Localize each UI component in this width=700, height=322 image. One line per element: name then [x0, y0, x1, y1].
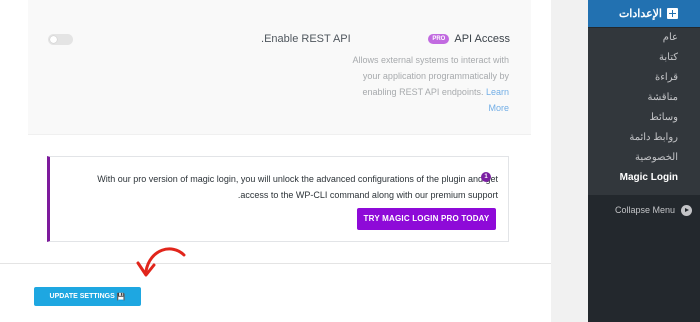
api-access-card: API Access PRO Allows external systems t…	[28, 0, 531, 135]
pointer-arrow-icon	[136, 247, 186, 277]
admin-sidebar: الإعدادات عام كتابة قراءة مناقشة وسائط ر…	[583, 0, 700, 322]
settings-submenu: عام كتابة قراءة مناقشة وسائط روابط دائمة…	[588, 28, 700, 195]
settings-content: API Access PRO Allows external systems t…	[0, 0, 551, 322]
pro-upsell-text: With our pro version of magic login, you…	[97, 174, 498, 200]
footer-divider	[0, 263, 551, 264]
submenu-item-discussion[interactable]: مناقشة	[588, 88, 700, 108]
submenu-item-privacy[interactable]: الخصوصية	[588, 148, 700, 168]
submenu-item-magic-login[interactable]: Magic Login	[588, 168, 700, 188]
enable-rest-api-label: Enable REST API.	[261, 33, 351, 45]
submenu-item-reading[interactable]: قراءة	[588, 68, 700, 88]
try-pro-button[interactable]: TRY MAGIC LOGIN PRO TODAY	[357, 208, 496, 230]
notification-badge: 1	[481, 172, 491, 182]
current-menu-arrow	[583, 9, 588, 19]
pro-upsell-notice: With our pro version of magic login, you…	[47, 156, 509, 242]
submenu-item-permalinks[interactable]: روابط دائمة	[588, 128, 700, 148]
submenu-item-general[interactable]: عام	[588, 28, 700, 48]
learn-more-link[interactable]: Learn More	[486, 87, 509, 113]
save-disk-icon: 💾	[116, 293, 126, 301]
submenu-item-writing[interactable]: كتابة	[588, 48, 700, 68]
submenu-item-media[interactable]: وسائط	[588, 108, 700, 128]
collapse-menu-label: Collapse Menu	[614, 205, 675, 215]
settings-label: الإعدادات	[618, 8, 662, 20]
api-access-description: Allows external systems to interact with…	[349, 52, 509, 116]
collapse-arrow-icon	[681, 204, 692, 216]
content-gutter	[551, 0, 588, 322]
api-access-title-text: API Access	[454, 33, 510, 45]
update-settings-label: UPDATE SETTINGS	[49, 293, 115, 300]
sidebar-item-settings[interactable]: الإعدادات	[583, 0, 700, 27]
enable-rest-api-toggle[interactable]	[48, 34, 73, 45]
toggle-knob	[50, 36, 57, 43]
update-settings-button[interactable]: UPDATE SETTINGS 💾	[34, 287, 141, 306]
api-access-title: API Access PRO	[428, 33, 510, 45]
collapse-menu-button[interactable]: Collapse Menu	[588, 201, 700, 219]
settings-icon	[667, 8, 678, 19]
pro-badge: PRO	[428, 34, 450, 44]
